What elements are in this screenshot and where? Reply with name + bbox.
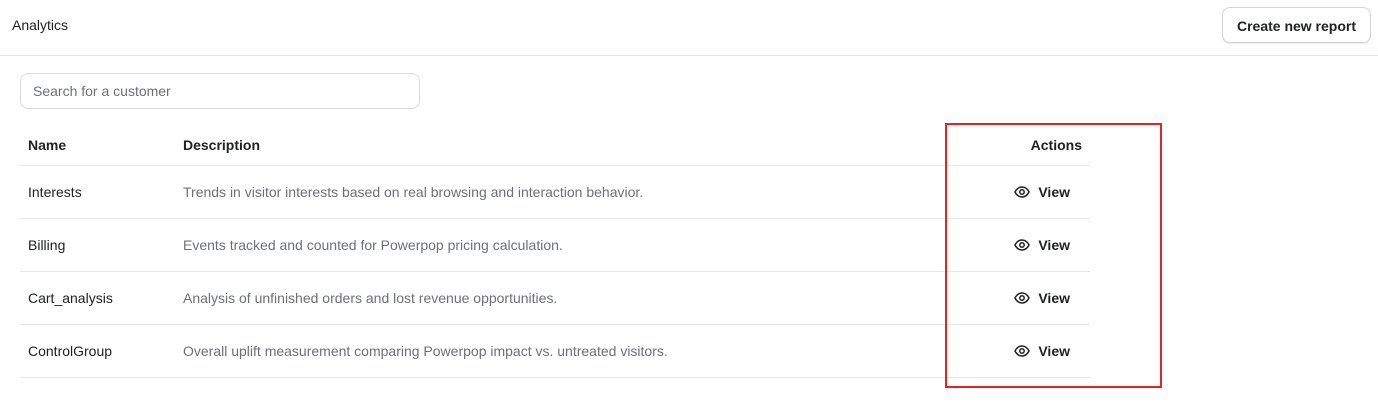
table-row: Cart_analysis Analysis of unfinished ord… xyxy=(20,272,1090,325)
eye-icon xyxy=(1014,345,1031,357)
table-header-row: Name Description Actions xyxy=(20,124,1090,166)
view-label: View xyxy=(1038,343,1070,359)
search-input[interactable] xyxy=(20,73,420,109)
row-name: Billing xyxy=(28,237,66,253)
column-header-description: Description xyxy=(183,136,261,153)
column-header-name: Name xyxy=(28,136,67,153)
view-button[interactable]: View xyxy=(1014,237,1070,253)
row-name: ControlGroup xyxy=(28,343,113,359)
eye-icon xyxy=(1014,239,1031,251)
reports-table: Name Description Actions Interests Trend… xyxy=(20,124,1090,378)
row-description: Trends in visitor interests based on rea… xyxy=(183,184,644,200)
table-row: ControlGroup Overall uplift measurement … xyxy=(20,325,1090,378)
eye-icon xyxy=(1014,186,1031,198)
table-row: Billing Events tracked and counted for P… xyxy=(20,219,1090,272)
view-label: View xyxy=(1038,184,1070,200)
top-bar: Analytics Create new report xyxy=(0,0,1378,56)
create-new-report-button[interactable]: Create new report xyxy=(1222,7,1371,43)
page-title: Analytics xyxy=(12,17,69,33)
view-label: View xyxy=(1038,290,1070,306)
column-header-actions: Actions xyxy=(1030,136,1082,153)
row-description: Analysis of unfinished orders and lost r… xyxy=(183,290,558,306)
table-row: Interests Trends in visitor interests ba… xyxy=(20,166,1090,219)
row-description: Events tracked and counted for Powerpop … xyxy=(183,237,563,253)
row-name: Interests xyxy=(28,184,82,200)
row-description: Overall uplift measurement comparing Pow… xyxy=(183,343,668,359)
row-name: Cart_analysis xyxy=(28,290,113,306)
view-button[interactable]: View xyxy=(1014,343,1070,359)
view-button[interactable]: View xyxy=(1014,184,1070,200)
view-label: View xyxy=(1038,237,1070,253)
eye-icon xyxy=(1014,292,1031,304)
view-button[interactable]: View xyxy=(1014,290,1070,306)
